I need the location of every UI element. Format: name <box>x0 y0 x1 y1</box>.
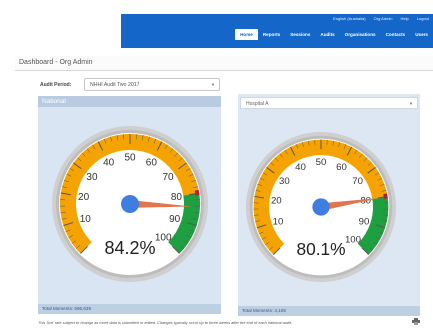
gauge-tick-label: 30 <box>279 176 290 187</box>
logout-link[interactable]: Logout <box>417 16 429 21</box>
audit-period-select[interactable]: NHHI Audit Two 2017 ▼ <box>84 78 220 91</box>
footnote: This 'live' rate subject to change as mo… <box>38 320 293 325</box>
page-title: Dashboard - Org Admin <box>19 59 93 66</box>
national-gauge: 10 20 30 40 50 60 70 80 90 10084.2% <box>52 126 208 282</box>
hospital-select[interactable]: Hospital A ▼ <box>240 97 418 109</box>
tab-organisations[interactable]: Organisations <box>340 29 381 40</box>
gauge-tick-label: 90 <box>169 214 181 225</box>
help-link[interactable]: Help <box>401 16 409 21</box>
total-moments: Total Moments: 596,639 <box>38 304 221 314</box>
gauge-tick-label: 20 <box>271 195 282 206</box>
hospital-gauge-panel: Hospital A ▼ 10203040506070809010080.1% … <box>238 94 420 316</box>
gauge-tick-label: 60 <box>146 158 158 169</box>
gauge-tick-label: 40 <box>295 162 306 173</box>
org-admin-link[interactable]: Org Admin <box>374 16 393 21</box>
tab-users[interactable]: Users <box>410 29 433 40</box>
gauge-value-text: 84.2% <box>104 238 155 258</box>
tab-contacts[interactable]: Contacts <box>381 29 411 40</box>
top-navigation-bar: English (Australia) Org Admin Help Logou… <box>121 14 433 48</box>
hospital-select-value: Hospital A <box>246 101 269 107</box>
gauge-tick-label: 10 <box>273 216 284 227</box>
logo-area <box>0 0 121 55</box>
tab-sessions[interactable]: Sessions <box>285 29 315 40</box>
gauge-hub <box>312 198 330 216</box>
audit-period-label: Audit Period: <box>40 82 72 88</box>
gauge-tick-label: 100 <box>155 233 172 244</box>
tab-audits[interactable]: Audits <box>315 29 339 40</box>
utility-links: English (Australia) Org Admin Help Logou… <box>333 16 429 21</box>
chevron-down-icon: ▼ <box>211 82 215 87</box>
panel-title: National <box>38 96 221 107</box>
gauge-tick-label: 70 <box>162 172 174 183</box>
tab-reports[interactable]: Reports <box>258 29 285 40</box>
gauge-tick-label: 70 <box>352 176 363 187</box>
language-link[interactable]: English (Australia) <box>333 16 365 21</box>
gauge-tick-label: 60 <box>336 162 347 173</box>
gauge-hub <box>121 195 139 213</box>
hospital-gauge: 10203040506070809010080.1% <box>245 131 397 283</box>
chevron-down-icon: ▼ <box>409 101 413 106</box>
gauge-tick-label: 100 <box>345 234 361 245</box>
gauge-tick-label: 90 <box>359 216 370 227</box>
gauge-tick-label: 50 <box>124 153 136 164</box>
audit-period-value: NHHI Audit Two 2017 <box>90 82 140 88</box>
national-gauge-panel: National 10 20 30 40 50 60 70 80 90 100 84.2% Tota… <box>38 96 221 314</box>
print-icon[interactable] <box>412 318 420 325</box>
page-header: Dashboard - Org Admin <box>15 56 433 71</box>
tab-home[interactable]: Home <box>235 29 258 40</box>
gauge-tick-label: 50 <box>316 157 327 168</box>
main-nav-tabs: Home Reports Sessions Audits Organisatio… <box>235 29 433 40</box>
gauge-tick-label: 40 <box>103 158 115 169</box>
gauge-tick-label: 80 <box>171 192 183 203</box>
gauge-tick-label: 20 <box>78 192 90 203</box>
gauge-value-text: 80.1% <box>296 239 345 259</box>
gauge-tick-label: 10 <box>80 214 92 225</box>
total-moments: Total Moments: 4,105 <box>238 306 420 316</box>
gauge-tick-label: 30 <box>86 172 98 183</box>
